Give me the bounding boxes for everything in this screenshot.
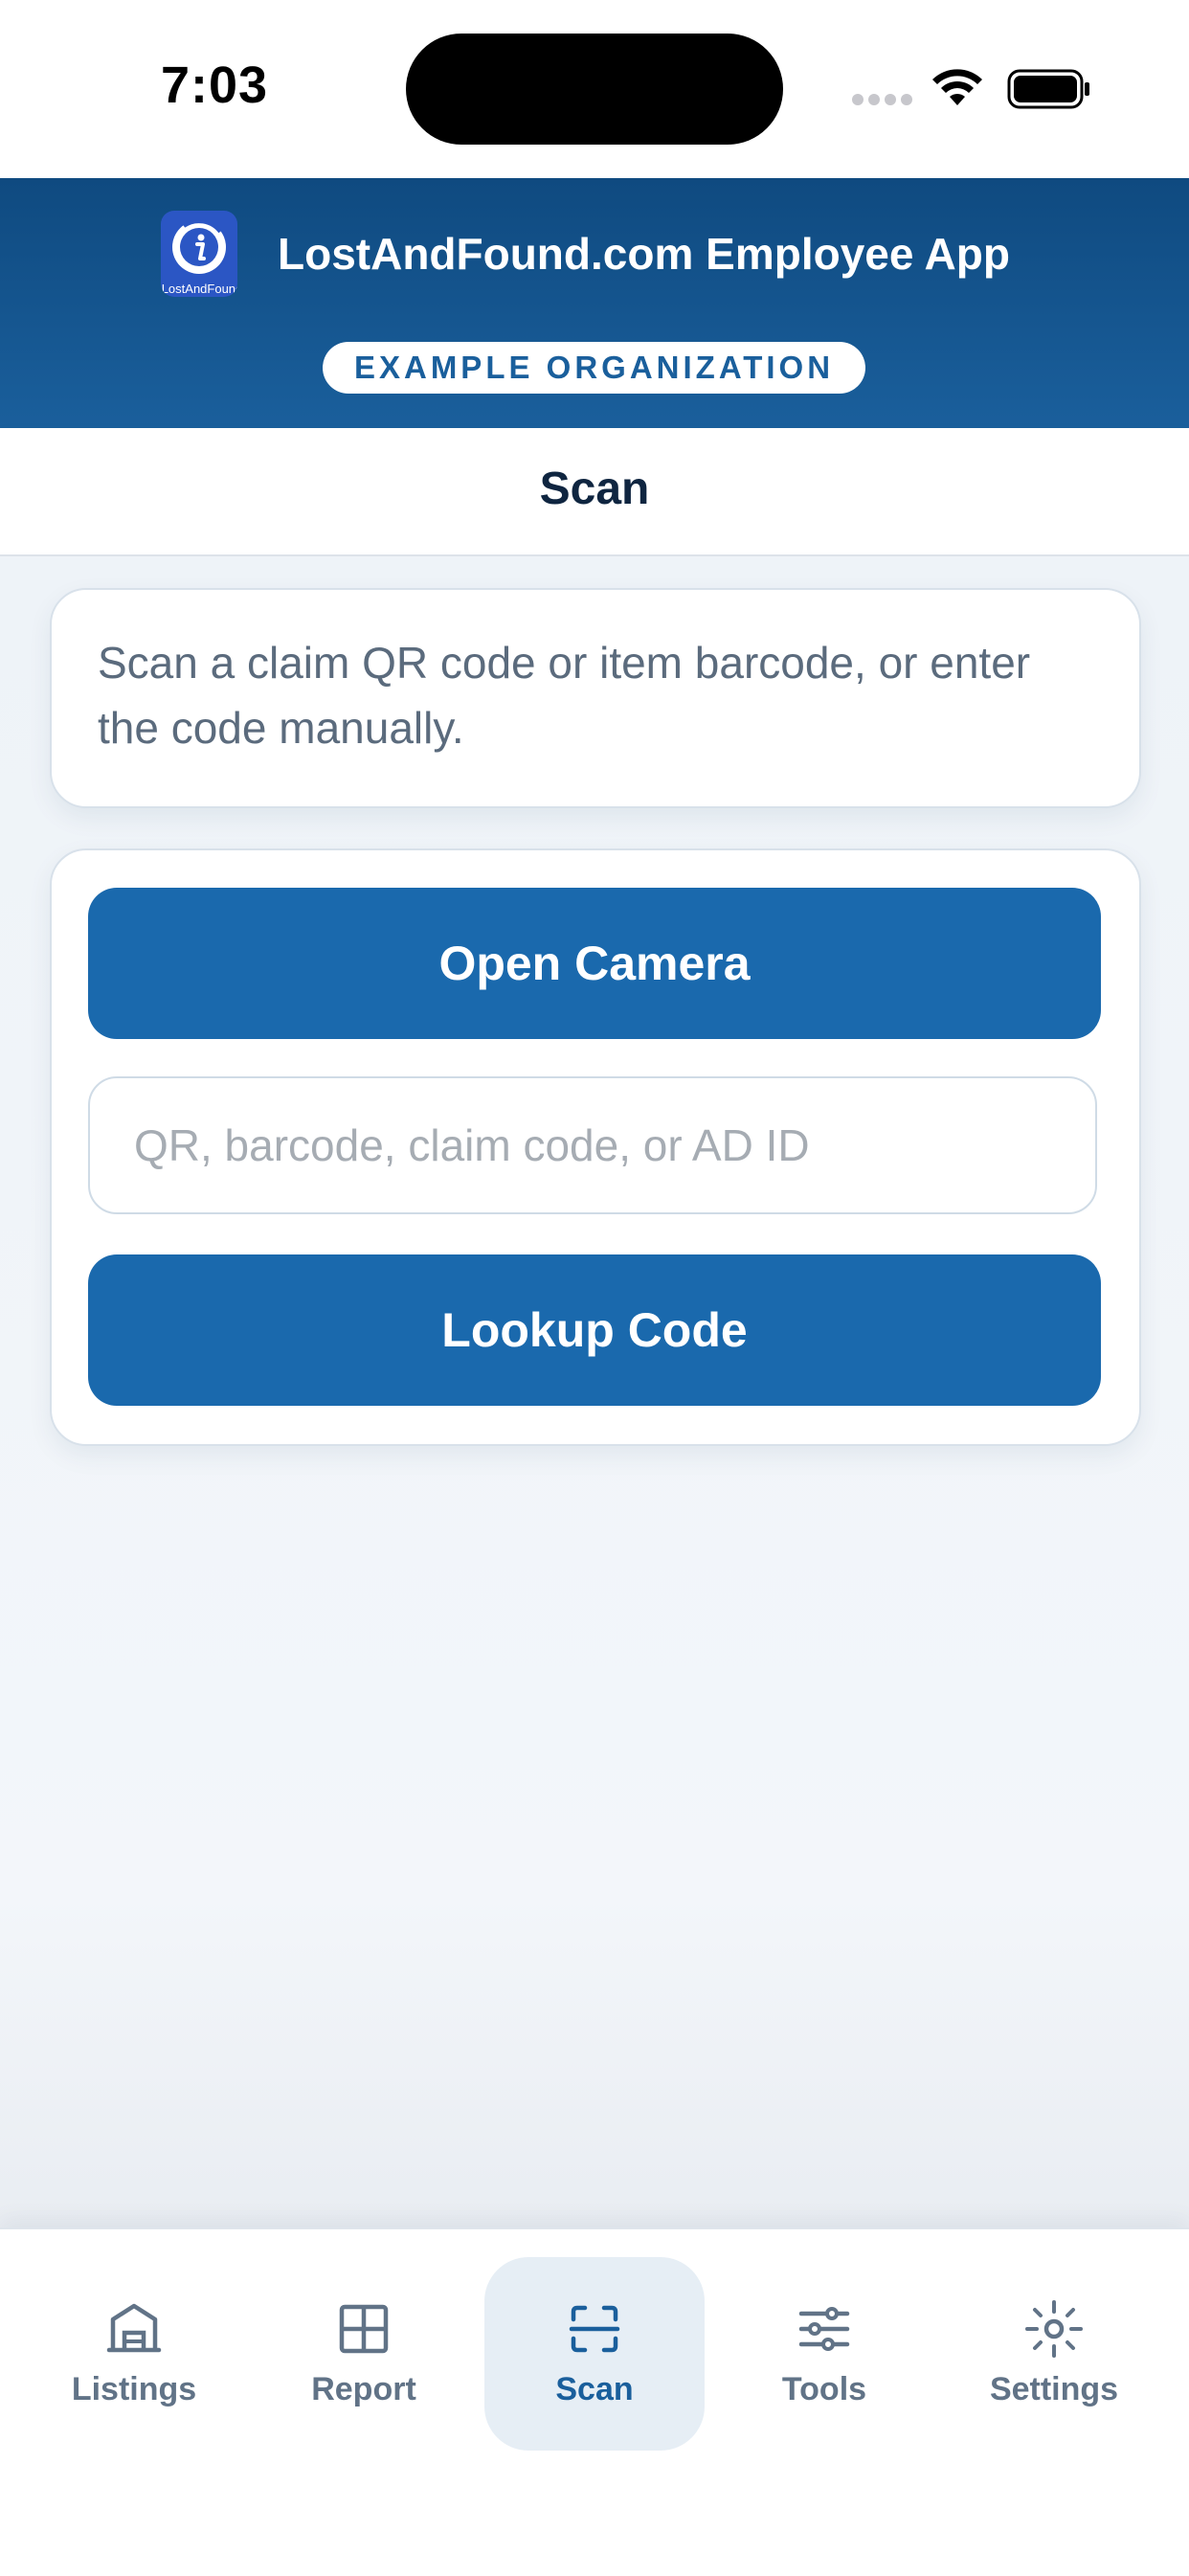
code-input[interactable] bbox=[88, 1076, 1097, 1214]
tab-report[interactable]: Report bbox=[249, 2229, 479, 2421]
wifi-icon bbox=[932, 69, 982, 105]
app-title: LostAndFound.com Employee App bbox=[278, 229, 1010, 279]
building-icon bbox=[106, 2303, 162, 2353]
bottom-tab-bar: Listings Report Scan Tools Settings bbox=[0, 2227, 1189, 2576]
info-card: Scan a claim QR code or item barcode, or… bbox=[50, 588, 1141, 808]
battery-icon bbox=[1007, 69, 1089, 109]
grid-icon bbox=[339, 2304, 389, 2354]
status-time: 7:03 bbox=[161, 56, 269, 114]
sun-gear-icon bbox=[1025, 2300, 1083, 2358]
tab-label: Scan bbox=[555, 2371, 634, 2407]
status-bar: 7:03 bbox=[0, 0, 1189, 178]
page-title: Scan bbox=[539, 463, 650, 514]
tab-tools[interactable]: Tools bbox=[709, 2229, 939, 2421]
cellular-signal-icon bbox=[852, 93, 917, 110]
logo-wordmark: LostAndFound bbox=[161, 282, 237, 296]
app-logo: LostAndFound bbox=[161, 211, 237, 297]
tab-listings[interactable]: Listings bbox=[19, 2229, 249, 2421]
scan-instructions: Scan a claim QR code or item barcode, or… bbox=[98, 638, 1031, 753]
tab-settings[interactable]: Settings bbox=[939, 2229, 1169, 2421]
open-camera-button[interactable]: Open Camera bbox=[88, 888, 1101, 1039]
tab-label: Listings bbox=[71, 2371, 197, 2407]
tab-label: Report bbox=[311, 2371, 416, 2407]
info-refresh-icon bbox=[172, 219, 226, 274]
tab-scan[interactable]: Scan bbox=[480, 2229, 709, 2421]
tab-label: Tools bbox=[781, 2371, 867, 2407]
organization-badge: EXAMPLE ORGANIZATION bbox=[323, 342, 865, 394]
page-title-bar: Scan bbox=[0, 428, 1189, 556]
sliders-icon bbox=[798, 2307, 850, 2351]
app-header: LostAndFound LostAndFound.com Employee A… bbox=[0, 178, 1189, 428]
dynamic-island bbox=[406, 34, 783, 145]
scan-icon bbox=[569, 2305, 620, 2353]
lookup-code-button[interactable]: Lookup Code bbox=[88, 1254, 1101, 1406]
tab-label: Settings bbox=[989, 2371, 1119, 2407]
